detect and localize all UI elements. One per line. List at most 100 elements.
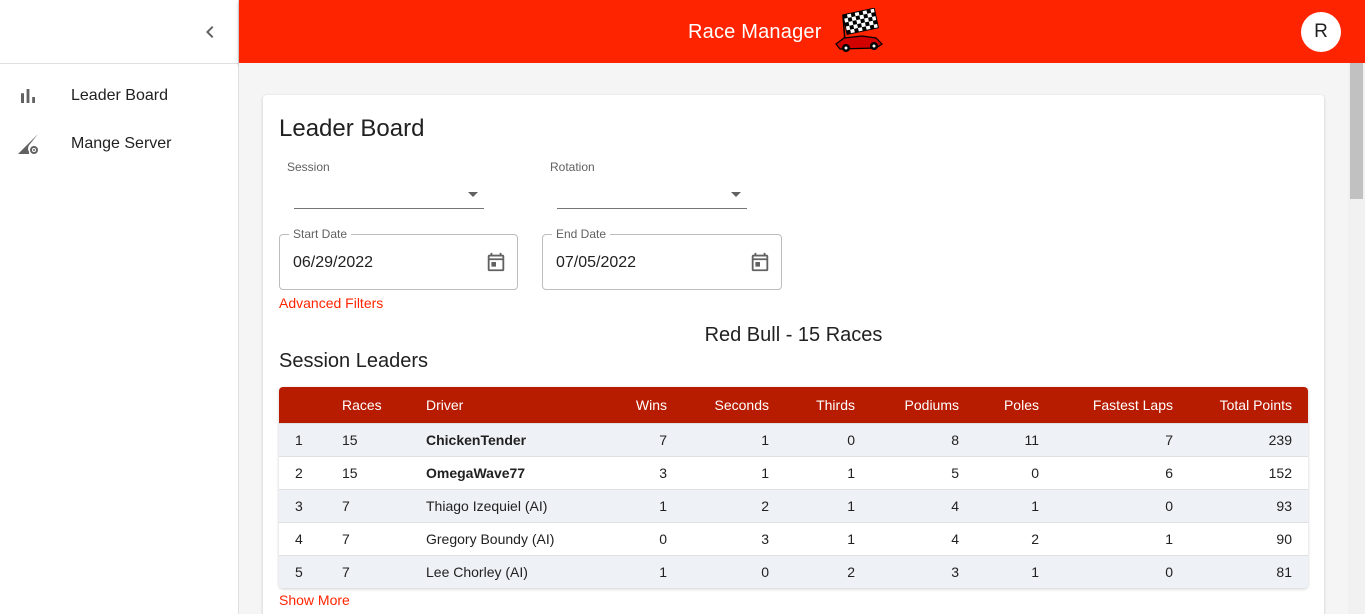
table-header-row: Races Driver Wins Seconds Thirds Podiums… — [279, 387, 1308, 423]
calendar-icon[interactable] — [485, 251, 507, 273]
dropdown-arrow-icon — [731, 192, 741, 197]
driver-cell: Thiago Izequiel (AI) — [426, 497, 548, 514]
rank-cell: 3 — [295, 497, 303, 514]
seconds-cell: 0 — [761, 563, 769, 580]
rotation-select[interactable]: Rotation — [542, 160, 747, 210]
app-title: Race Manager — [688, 20, 822, 43]
section-title: Session Leaders — [279, 350, 428, 372]
poles-cell: 1 — [1031, 497, 1039, 514]
podiums-cell: 4 — [951, 530, 959, 547]
column-header-podiums[interactable]: Podiums — [871, 387, 975, 423]
bar-chart-icon — [16, 84, 40, 108]
wins-cell: 1 — [659, 563, 667, 580]
sidebar: Leader Board Mange Server — [0, 0, 239, 614]
wins-cell: 0 — [659, 530, 667, 547]
column-header-poles[interactable]: Poles — [975, 387, 1055, 423]
user-avatar[interactable]: R — [1301, 12, 1341, 52]
leader-board-card: Leader Board Session Rotation Start Date… — [263, 95, 1324, 614]
rotation-label: Rotation — [550, 160, 595, 174]
table-row[interactable]: 2 15 OmegaWave77 3 1 1 5 0 6 152 — [279, 456, 1308, 489]
fastest-laps-cell: 0 — [1165, 497, 1173, 514]
scrollbar-thumb[interactable] — [1350, 63, 1363, 199]
races-cell: 15 — [342, 431, 358, 448]
wins-cell: 1 — [659, 497, 667, 514]
column-header-rank[interactable] — [279, 387, 326, 423]
sidebar-item-manage-server[interactable]: Mange Server — [0, 120, 238, 168]
seconds-cell: 3 — [761, 530, 769, 547]
sidebar-item-label: Leader Board — [71, 87, 168, 104]
sidebar-item-label: Mange Server — [71, 135, 172, 152]
seconds-cell: 1 — [761, 431, 769, 448]
app-bar: Race Manager R — [239, 0, 1365, 63]
poles-cell: 11 — [1024, 431, 1039, 448]
column-header-fastest-laps[interactable]: Fastest Laps — [1055, 387, 1189, 423]
calendar-icon[interactable] — [749, 251, 771, 273]
start-date-field[interactable]: Start Date 06/29/2022 — [279, 227, 518, 290]
podiums-cell: 5 — [951, 464, 959, 481]
thirds-cell: 1 — [847, 464, 855, 481]
wins-cell: 3 — [659, 464, 667, 481]
table-row[interactable]: 1 15 ChickenTender 7 1 0 8 11 7 239 — [279, 423, 1308, 456]
column-header-races[interactable]: Races — [326, 387, 410, 423]
collapse-sidebar-button[interactable] — [198, 20, 222, 44]
races-cell: 15 — [342, 464, 358, 481]
thirds-cell: 2 — [847, 563, 855, 580]
total-points-cell: 90 — [1276, 530, 1292, 547]
driver-cell: Gregory Boundy (AI) — [426, 530, 555, 547]
fastest-laps-cell: 6 — [1165, 464, 1173, 481]
poles-cell: 0 — [1031, 464, 1039, 481]
sidebar-item-leader-board[interactable]: Leader Board — [0, 72, 238, 120]
total-points-cell: 239 — [1268, 431, 1292, 448]
table-row[interactable]: 3 7 Thiago Izequiel (AI) 1 2 1 4 1 0 93 — [279, 489, 1308, 522]
race-car-logo — [834, 8, 883, 52]
column-header-driver[interactable]: Driver — [410, 387, 580, 423]
total-points-cell: 81 — [1276, 563, 1292, 580]
podiums-cell: 8 — [951, 431, 959, 448]
driver-cell: Lee Chorley (AI) — [426, 563, 528, 580]
end-date-label: End Date — [552, 227, 611, 241]
sidebar-header — [0, 0, 238, 64]
total-points-cell: 152 — [1268, 464, 1292, 481]
session-summary: Red Bull - 15 Races — [704, 324, 883, 346]
thirds-cell: 1 — [847, 497, 855, 514]
end-date-value: 07/05/2022 — [556, 254, 637, 271]
fastest-laps-cell: 1 — [1165, 530, 1173, 547]
seconds-cell: 1 — [761, 464, 769, 481]
thirds-cell: 1 — [847, 530, 855, 547]
podiums-cell: 4 — [951, 497, 959, 514]
rank-cell: 5 — [295, 563, 303, 580]
page-title: Leader Board — [279, 115, 425, 142]
rank-cell: 4 — [295, 530, 303, 547]
vertical-scrollbar[interactable] — [1348, 63, 1365, 614]
table-row[interactable]: 4 7 Gregory Boundy (AI) 0 3 1 4 2 1 90 — [279, 522, 1308, 555]
signal-settings-icon — [16, 132, 40, 156]
poles-cell: 2 — [1031, 530, 1039, 547]
races-cell: 7 — [342, 563, 350, 580]
column-header-seconds[interactable]: Seconds — [683, 387, 785, 423]
end-date-field[interactable]: End Date 07/05/2022 — [542, 227, 782, 290]
advanced-filters-link[interactable]: Advanced Filters — [279, 295, 383, 311]
column-header-wins[interactable]: Wins — [580, 387, 683, 423]
show-more-link[interactable]: Show More — [279, 592, 350, 608]
session-label: Session — [287, 160, 330, 174]
races-cell: 7 — [342, 530, 350, 547]
fastest-laps-cell: 0 — [1165, 563, 1173, 580]
total-points-cell: 93 — [1276, 497, 1292, 514]
start-date-label: Start Date — [289, 227, 352, 241]
start-date-value: 06/29/2022 — [293, 254, 374, 271]
driver-cell: OmegaWave77 — [426, 464, 526, 481]
rank-cell: 1 — [295, 431, 303, 448]
column-header-total-points[interactable]: Total Points — [1189, 387, 1308, 423]
seconds-cell: 2 — [761, 497, 769, 514]
chevron-left-icon — [206, 26, 214, 38]
session-leaders-table: Races Driver Wins Seconds Thirds Podiums… — [279, 387, 1308, 588]
column-header-thirds[interactable]: Thirds — [785, 387, 871, 423]
rank-cell: 2 — [295, 464, 303, 481]
thirds-cell: 0 — [847, 431, 855, 448]
table-row[interactable]: 5 7 Lee Chorley (AI) 1 0 2 3 1 0 81 — [279, 555, 1308, 588]
poles-cell: 1 — [1031, 563, 1039, 580]
wins-cell: 7 — [659, 431, 667, 448]
fastest-laps-cell: 7 — [1165, 431, 1173, 448]
session-select[interactable]: Session — [279, 160, 484, 210]
dropdown-arrow-icon — [468, 192, 478, 197]
